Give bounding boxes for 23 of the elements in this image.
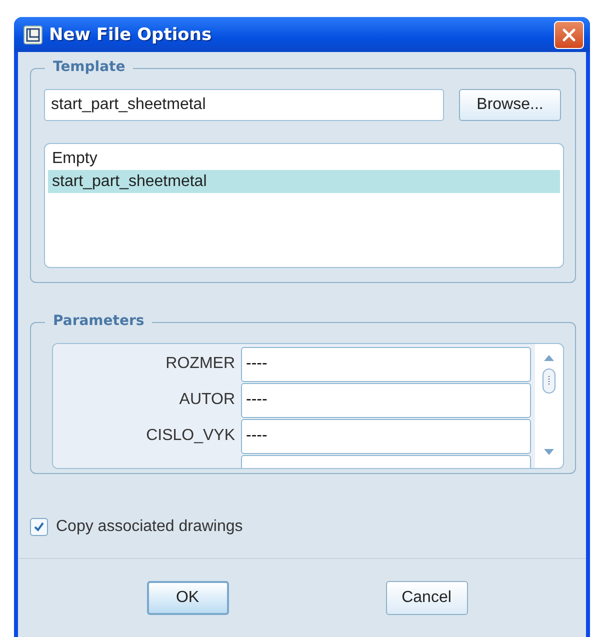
scroll-down-icon[interactable] xyxy=(543,448,555,456)
parameter-name: AUTOR xyxy=(178,391,236,410)
template-field[interactable]: start_part_sheetmetal xyxy=(44,89,444,122)
parameter-name: CISLO_VYK xyxy=(145,427,236,446)
dialog-button[interactable]: OK xyxy=(146,581,228,616)
window-title: New File Options xyxy=(49,24,213,45)
browse-button[interactable]: Browse... xyxy=(459,89,561,122)
parameter-field[interactable]: ---- xyxy=(241,346,531,382)
close-button[interactable] xyxy=(554,20,584,49)
parameter-field[interactable]: ---- xyxy=(241,418,531,454)
dialog-button[interactable]: Cancel xyxy=(386,581,468,616)
checkbox[interactable] xyxy=(30,518,48,536)
checkbox-label: Copy associated drawings xyxy=(56,518,243,536)
window-icon xyxy=(23,24,43,45)
group-legend: Template xyxy=(45,59,134,76)
scroll-thumb[interactable] xyxy=(542,368,556,394)
list-item[interactable]: start_part_sheetmetal xyxy=(48,170,560,194)
parameter-name: ROZMER xyxy=(164,355,236,374)
parameter-field[interactable]: ---- xyxy=(241,382,531,418)
scroll-up-icon[interactable] xyxy=(543,354,555,362)
list-item[interactable]: Empty xyxy=(48,147,560,170)
checkmark-icon xyxy=(32,520,46,534)
close-icon xyxy=(561,26,577,43)
